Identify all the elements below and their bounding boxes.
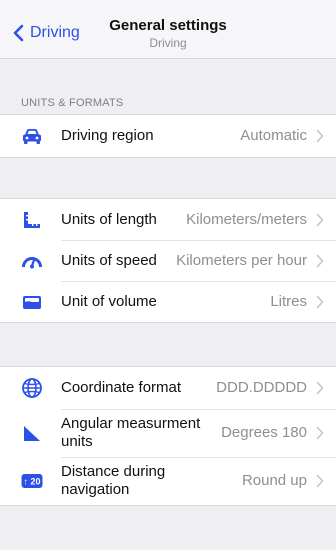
units-of-speed-label: Units of speed xyxy=(61,252,157,269)
angular-units-label: Angular measurment units xyxy=(61,415,201,450)
section-header-units: UNITS & FORMATS xyxy=(21,97,124,109)
units-formats-group: Driving region Automatic xyxy=(0,114,336,158)
measurement-units-group: Units of length Kilometers/meters Units … xyxy=(0,198,336,323)
driving-region-row[interactable]: Driving region Automatic xyxy=(0,115,336,157)
driving-region-label: Driving region xyxy=(61,127,154,144)
car-icon xyxy=(21,125,43,147)
coordinate-format-row[interactable]: Coordinate format DDD.DDDDD xyxy=(0,367,336,409)
page-title: General settings xyxy=(109,17,227,34)
units-of-length-row[interactable]: Units of length Kilometers/meters xyxy=(0,199,336,240)
chevron-right-icon xyxy=(316,213,324,227)
navigation-bar: Driving General settings Driving xyxy=(0,0,336,59)
distance-badge-icon: ↑ 20 xyxy=(21,470,43,492)
chevron-right-icon xyxy=(316,129,324,143)
units-of-length-label: Units of length xyxy=(61,211,157,228)
chevron-right-icon xyxy=(316,474,324,488)
ruler-icon xyxy=(21,209,43,231)
units-of-length-value: Kilometers/meters xyxy=(186,211,307,228)
globe-icon xyxy=(21,377,43,399)
distance-navigation-row[interactable]: ↑ 20 Distance during navigation Round up xyxy=(0,457,336,505)
page-subtitle: Driving xyxy=(149,36,187,50)
angle-icon xyxy=(21,422,43,444)
units-of-speed-value: Kilometers per hour xyxy=(176,252,307,269)
units-of-speed-row[interactable]: Units of speed Kilometers per hour xyxy=(0,240,336,281)
chevron-right-icon xyxy=(316,426,324,440)
unit-of-volume-label: Unit of volume xyxy=(61,293,157,310)
unit-of-volume-value: Litres xyxy=(270,293,307,310)
angular-units-value: Degrees 180 xyxy=(221,424,307,441)
chevron-right-icon xyxy=(316,254,324,268)
distance-navigation-value: Round up xyxy=(241,472,307,489)
chevron-right-icon xyxy=(316,381,324,395)
coordinate-format-label: Coordinate format xyxy=(61,379,182,396)
angular-units-row[interactable]: Angular measurment units Degrees 180 xyxy=(0,409,336,457)
distance-badge-text: ↑ 20 xyxy=(23,477,40,487)
fuel-tank-icon xyxy=(21,291,43,313)
driving-region-value: Automatic xyxy=(240,127,307,144)
unit-of-volume-row[interactable]: Unit of volume Litres xyxy=(0,281,336,322)
formats-group: Coordinate format DDD.DDDDD Angular meas… xyxy=(0,366,336,506)
chevron-right-icon xyxy=(316,295,324,309)
distance-navigation-label: Distance during navigation xyxy=(61,463,166,498)
speedometer-icon xyxy=(21,250,43,272)
coordinate-format-value: DDD.DDDDD xyxy=(216,379,307,396)
